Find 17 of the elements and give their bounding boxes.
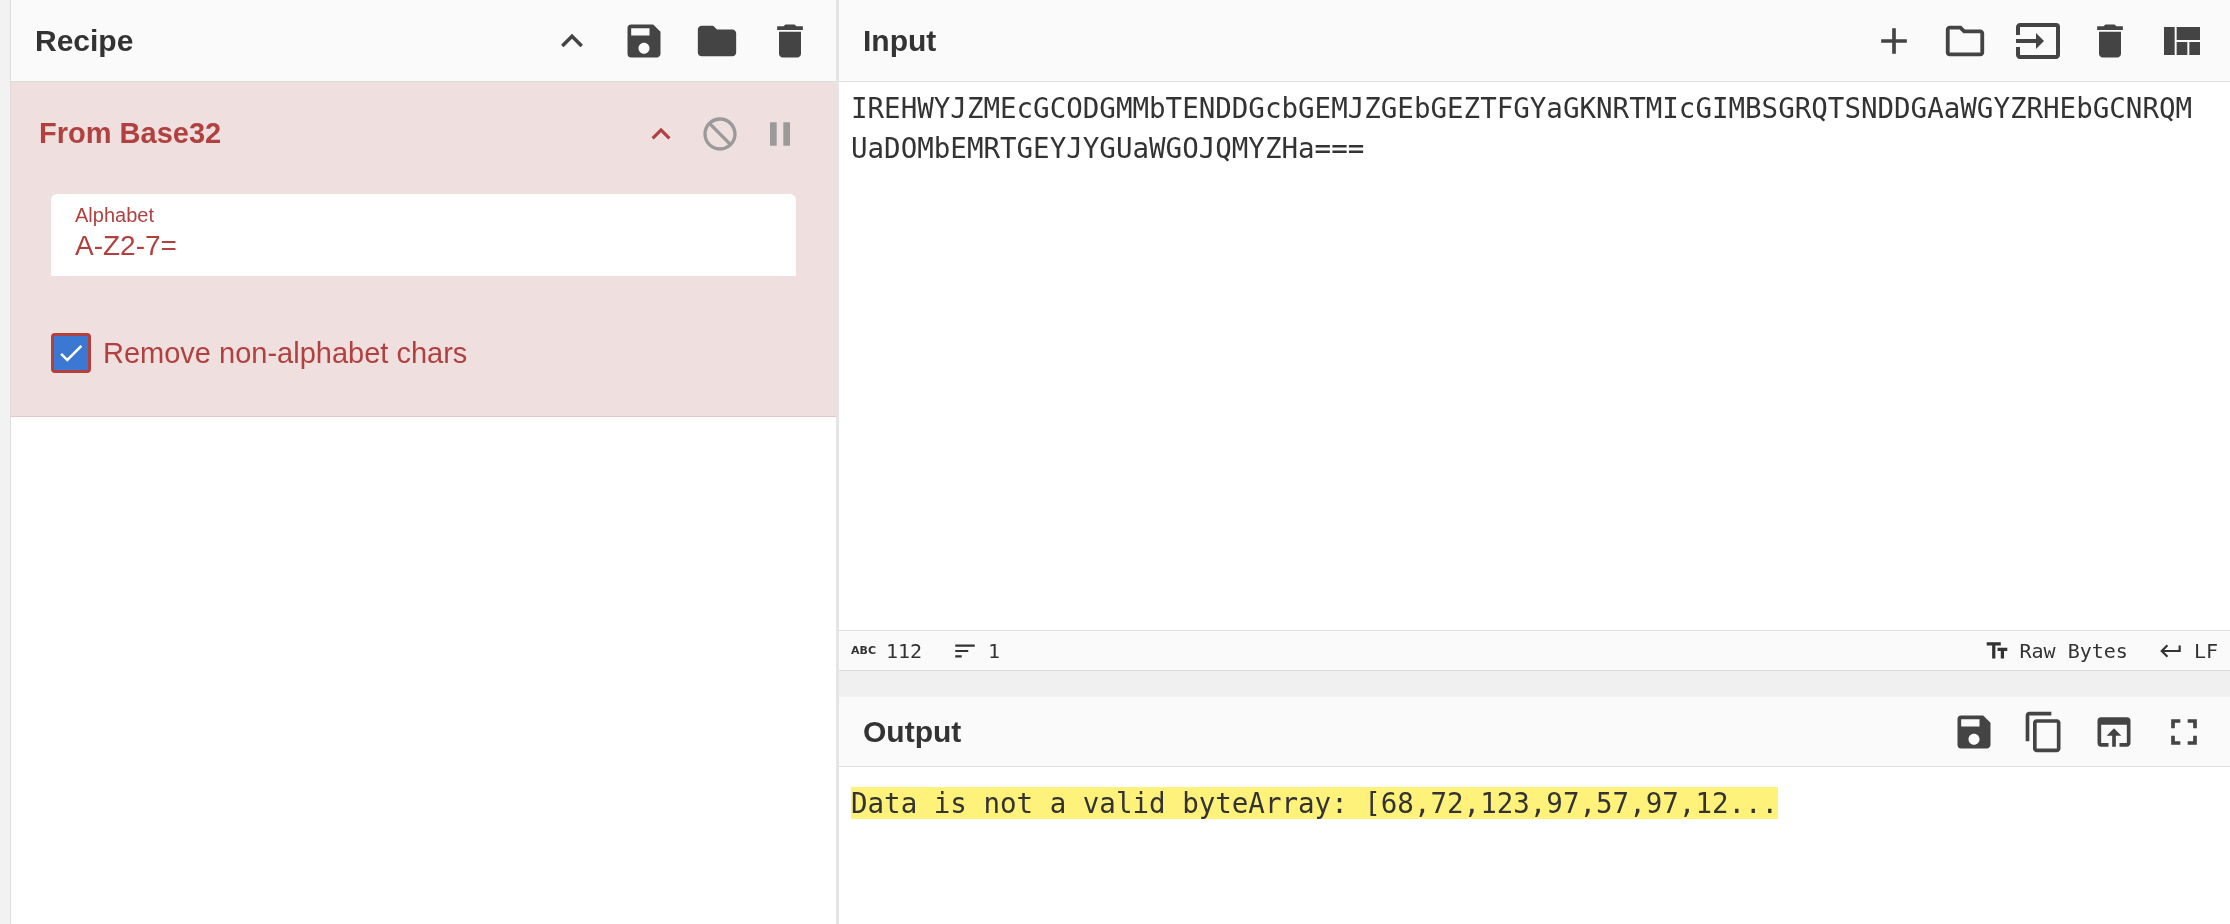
resize-handle[interactable] [839,671,2230,697]
field-label: Alphabet [75,202,155,228]
checkbox-label: Remove non-alphabet chars [103,335,468,371]
eol-label[interactable]: LF [2193,635,2218,666]
line-count: 1 [988,637,1001,665]
operation-title: From Base32 [39,116,223,151]
alphabet-field[interactable]: Alphabet A-Z2-7= [51,193,796,276]
encoding-label[interactable]: Raw Bytes [2019,635,2128,666]
panel-title: Output [863,714,963,750]
output-text: Data is not a valid byteArray: [68,72,123,97,57,97,12... [851,787,1779,819]
length-icon: ABC [851,644,876,657]
field-value: A-Z2-7= [75,228,178,263]
panel-title: Input [863,23,938,59]
panel-title: Recipe [35,23,135,59]
checkbox[interactable] [51,333,91,374]
input-text[interactable]: IREHWYJZMEcGCODGMMbTENDDGcbGEMJZGEbGEZTFGYaGKNRTMIcGIMBSGRQTSNDDGAaWGYZRHEbGCNRQMUaDOMbEMRTGEYJYGUaWGOJQMYZHa=== [851,88,2206,168]
length-count: 112 [886,637,923,665]
